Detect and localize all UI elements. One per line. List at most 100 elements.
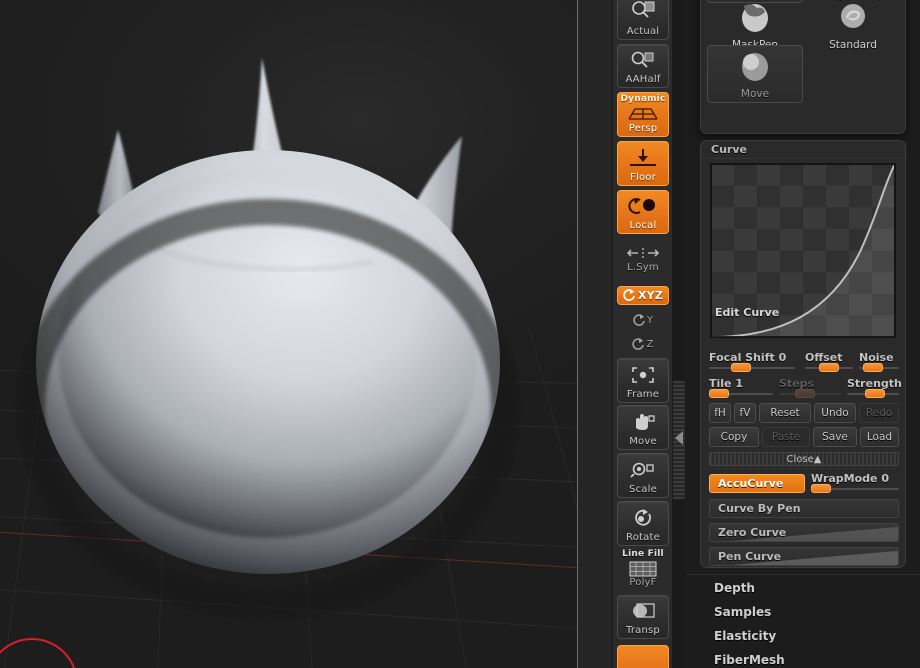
slider-noise[interactable]: Noise bbox=[859, 351, 899, 372]
tool-z[interactable]: Z bbox=[617, 333, 669, 357]
curve-editor[interactable]: Edit Curve bbox=[710, 163, 896, 338]
slider-track bbox=[709, 367, 795, 369]
slider-steps[interactable]: Steps bbox=[779, 377, 841, 398]
sculpt-model[interactable] bbox=[0, 0, 578, 668]
chevron-up-icon: ▲ bbox=[813, 454, 822, 465]
tray-item-elasticity[interactable]: Elasticity bbox=[700, 624, 906, 648]
curve-canvas bbox=[711, 164, 895, 337]
tool-toplabel: Line Fill bbox=[622, 549, 664, 559]
perspective-icon bbox=[618, 104, 668, 124]
tool-floor[interactable]: Floor bbox=[617, 141, 669, 186]
tray-item-samples[interactable]: Samples bbox=[700, 600, 906, 624]
curve-panel: Curve Edit Curve Focal Shift 0 Offset No… bbox=[700, 140, 906, 568]
rotate-z-icon bbox=[632, 337, 645, 353]
tool-label: XYZ bbox=[637, 288, 664, 302]
tool-label: Y bbox=[646, 315, 654, 326]
tool-label: AAHalf bbox=[625, 74, 661, 85]
tool-rotate[interactable]: Rotate bbox=[617, 501, 669, 546]
rotate-xyz-icon bbox=[623, 288, 636, 304]
slider-knob[interactable] bbox=[709, 389, 729, 398]
scale-icon bbox=[618, 454, 668, 485]
tool-label: Rotate bbox=[626, 532, 660, 543]
tray-separator bbox=[686, 574, 920, 575]
tool-y[interactable]: Y bbox=[617, 309, 669, 333]
tray-item-fibermesh[interactable]: FiberMesh bbox=[700, 648, 906, 668]
tool-transp[interactable]: Transp bbox=[617, 595, 669, 639]
button-redo: Redo bbox=[859, 403, 899, 423]
slider-knob[interactable] bbox=[795, 389, 815, 398]
tool-aahalf[interactable]: AAHalf bbox=[617, 44, 669, 88]
zoom-half-icon bbox=[618, 45, 668, 75]
button-copy[interactable]: Copy bbox=[709, 427, 759, 447]
slider-knob[interactable] bbox=[863, 363, 883, 372]
transparency-icon bbox=[618, 596, 668, 626]
slider-focal-shift[interactable]: Focal Shift 0 bbox=[709, 351, 795, 372]
tool-label: Move bbox=[629, 436, 657, 447]
tool-label: Local bbox=[629, 220, 657, 231]
tool-xyz[interactable]: XYZ bbox=[617, 286, 669, 305]
tool-label: Actual bbox=[626, 26, 660, 37]
curve-by-pen-label: Curve By Pen bbox=[718, 502, 801, 515]
tool-label: Persp bbox=[628, 123, 658, 134]
right-tool-shelf: Actual AAHalf Dynamic Persp Floor Local … bbox=[578, 0, 672, 668]
button-fh[interactable]: fH bbox=[709, 403, 731, 423]
zoom-actual-icon bbox=[618, 0, 668, 27]
button-paste: Paste bbox=[762, 427, 810, 447]
local-symmetry-icon bbox=[618, 243, 668, 263]
brush-move-selected[interactable]: Move bbox=[707, 45, 803, 103]
rotate-y-icon bbox=[633, 313, 646, 329]
button-reset[interactable]: Reset bbox=[759, 403, 811, 423]
slider-label: Focal Shift 0 bbox=[709, 351, 787, 364]
button-curve-by-pen[interactable]: Curve By Pen bbox=[709, 499, 899, 518]
zero-curve-label: Zero Curve bbox=[718, 526, 787, 539]
button-pen-curve[interactable]: Pen Curve bbox=[709, 547, 899, 566]
panel-close-bar[interactable]: Close▲ bbox=[709, 452, 899, 466]
close-label: Close bbox=[786, 454, 814, 465]
brush-palette-popup[interactable]: Move ClayBuildup bbox=[700, 0, 906, 134]
brush-label: Standard bbox=[829, 39, 877, 51]
frame-icon bbox=[618, 359, 668, 390]
brush-maskpen-icon bbox=[735, 0, 775, 39]
chevron-left-icon bbox=[675, 431, 683, 445]
3d-viewport[interactable] bbox=[0, 0, 578, 668]
tool-toplabel: Dynamic bbox=[620, 94, 666, 104]
button-fv[interactable]: fV bbox=[734, 403, 756, 423]
right-tray: Move ClayBuildup bbox=[686, 0, 920, 668]
button-accucurve[interactable]: AccuCurve bbox=[709, 474, 805, 493]
brush-standard[interactable]: Standard bbox=[805, 0, 901, 53]
tool-lsym[interactable]: L.Sym bbox=[617, 242, 669, 276]
button-save[interactable]: Save bbox=[813, 427, 857, 447]
tool-actual[interactable]: Actual bbox=[617, 0, 669, 40]
slider-knob[interactable] bbox=[819, 363, 839, 372]
tool-move[interactable]: Move bbox=[617, 405, 669, 450]
slider-knob[interactable] bbox=[811, 484, 831, 493]
tool-scale[interactable]: Scale bbox=[617, 453, 669, 498]
brush-move-icon bbox=[737, 46, 773, 88]
brush-label: Move bbox=[740, 88, 770, 100]
tool-label: Transp bbox=[626, 625, 660, 636]
brush-standard-icon bbox=[835, 0, 871, 39]
tool-persp[interactable]: Dynamic Persp bbox=[617, 92, 669, 137]
tray-collapse-handle[interactable] bbox=[672, 380, 686, 500]
pen-curve-label: Pen Curve bbox=[718, 550, 782, 563]
button-load[interactable]: Load bbox=[860, 427, 899, 447]
tool-label: Scale bbox=[629, 484, 657, 495]
tray-item-depth[interactable]: Depth bbox=[700, 576, 906, 600]
button-zero-curve[interactable]: Zero Curve bbox=[709, 523, 899, 542]
panel-title: Curve bbox=[701, 141, 905, 159]
move-hand-icon bbox=[618, 406, 668, 437]
slider-offset[interactable]: Offset bbox=[805, 351, 853, 372]
zbrush-window: Actual AAHalf Dynamic Persp Floor Local … bbox=[0, 0, 920, 668]
button-undo[interactable]: Undo bbox=[814, 403, 856, 423]
floor-grid-icon bbox=[618, 142, 668, 173]
slider-tile[interactable]: Tile 1 bbox=[709, 377, 773, 398]
tool-next[interactable] bbox=[617, 645, 669, 668]
slider-knob[interactable] bbox=[865, 389, 885, 398]
slider-strength[interactable]: Strength bbox=[847, 377, 902, 398]
tool-frame[interactable]: Frame bbox=[617, 358, 669, 403]
tool-polyf[interactable]: Line Fill PolyF bbox=[617, 547, 669, 591]
slider-wrapmode[interactable]: WrapMode 0 bbox=[811, 472, 899, 493]
polyframe-grid-icon bbox=[618, 559, 668, 578]
tool-local[interactable]: Local bbox=[617, 190, 669, 234]
slider-knob[interactable] bbox=[731, 363, 751, 372]
